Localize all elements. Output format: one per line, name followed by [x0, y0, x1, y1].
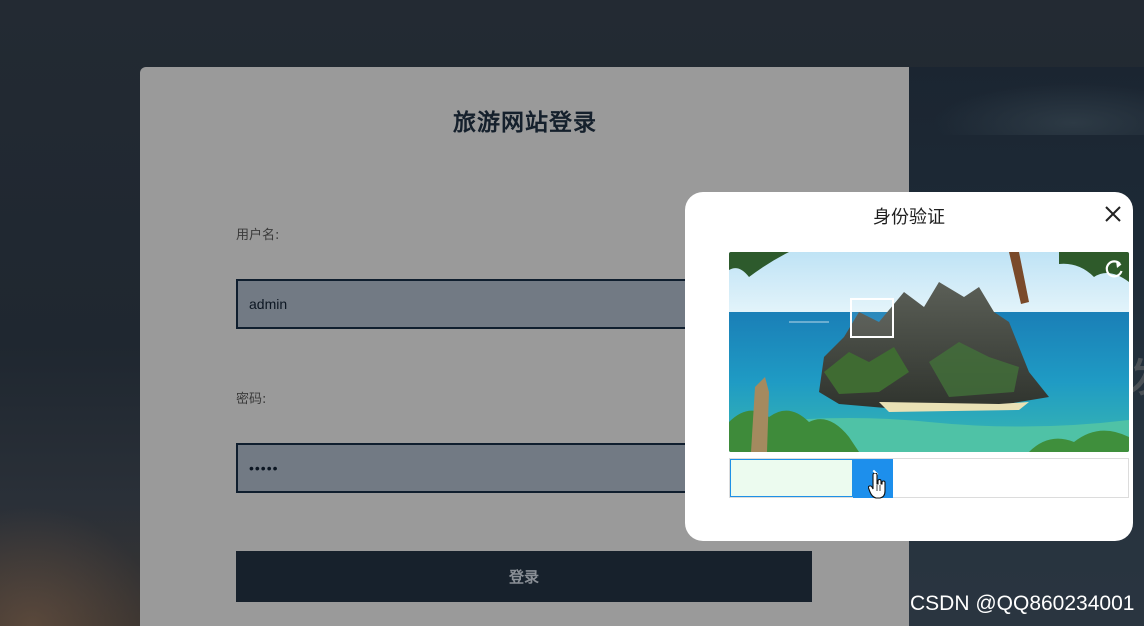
password-input[interactable] — [236, 443, 716, 493]
hand-cursor-icon — [868, 473, 886, 499]
mountain-ridge — [909, 75, 1144, 135]
username-input[interactable] — [236, 279, 716, 329]
password-label: 密码: — [236, 392, 267, 407]
watermark: CSDN @QQ860234001 — [910, 592, 1135, 615]
puzzle-slot — [850, 298, 894, 338]
username-label: 用户名: — [236, 228, 280, 243]
close-icon[interactable] — [1103, 204, 1123, 224]
login-title: 旅游网站登录 — [453, 110, 597, 136]
verify-title: 身份验证 — [873, 207, 945, 228]
verify-modal: 身份验证 — [685, 192, 1133, 541]
slider-track — [729, 458, 1129, 499]
refresh-icon[interactable] — [1103, 258, 1125, 280]
login-button[interactable]: 登录 — [236, 551, 812, 602]
island-scene — [729, 252, 1129, 452]
slider-progress-fill — [730, 459, 853, 497]
backdrop — [0, 506, 160, 626]
captcha-puzzle-image — [729, 252, 1129, 452]
